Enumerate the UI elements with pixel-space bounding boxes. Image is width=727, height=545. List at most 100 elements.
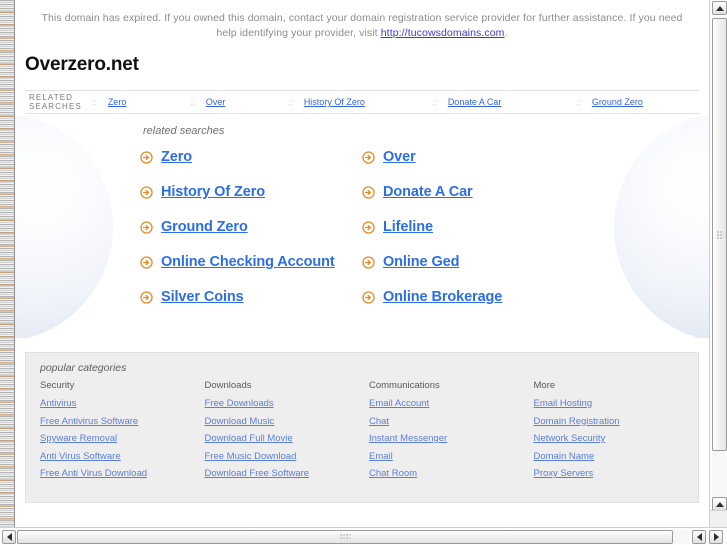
arrow-circle-right-icon — [362, 185, 375, 199]
category-heading: Communications — [369, 380, 440, 391]
arrow-circle-right-icon — [140, 220, 153, 234]
category-link-network-security[interactable]: Network Security — [534, 433, 699, 444]
related-bar-link-ground-zero[interactable]: Ground Zero — [592, 97, 643, 107]
category-link-chat[interactable]: Chat — [369, 416, 534, 427]
keyword-item[interactable]: History Of Zero — [140, 184, 362, 200]
keyword-link-zero[interactable]: Zero — [161, 149, 192, 165]
page-title: Overzero.net — [25, 54, 139, 75]
keyword-link-online-checking-account[interactable]: Online Checking Account — [161, 254, 335, 270]
category-link-instant-messenger[interactable]: Instant Messenger — [369, 433, 534, 444]
category-link-list: Email Hosting Domain Registration Networ… — [534, 398, 699, 479]
keyword-link-online-ged[interactable]: Online Ged — [383, 254, 459, 270]
category-link-free-antivirus-software[interactable]: Free Antivirus Software — [40, 416, 205, 427]
category-heading: Downloads — [204, 380, 252, 391]
related-searches-hero: related searches Zero Over History Of Ze… — [15, 116, 709, 338]
category-link-list: Email Account Chat Instant Messenger Ema… — [369, 398, 534, 479]
chevron-left-icon — [696, 533, 702, 541]
related-bar-link-history-of-zero[interactable]: History Of Zero — [304, 97, 365, 107]
scrollbar-corner — [709, 510, 727, 527]
related-bar-link-over[interactable]: Over — [206, 97, 226, 107]
notice-text-end: . — [504, 27, 508, 39]
arrow-circle-right-icon — [362, 150, 375, 164]
keyword-link-lifeline[interactable]: Lifeline — [383, 219, 433, 235]
vertical-scrollbar[interactable] — [709, 0, 727, 527]
category-link-free-downloads[interactable]: Free Downloads — [205, 398, 370, 409]
related-bar-cell-3: History Of Zero — [304, 97, 422, 107]
notice-text: This domain has expired. If you owned th… — [41, 12, 683, 39]
category-link-chat-room[interactable]: Chat Room — [369, 468, 534, 479]
keyword-item[interactable]: Donate A Car — [362, 184, 709, 200]
keyword-link-history-of-zero[interactable]: History Of Zero — [161, 184, 265, 200]
category-link-download-free-software[interactable]: Download Free Software — [205, 468, 370, 479]
arrow-circle-right-icon — [140, 290, 153, 304]
domain-expired-notice: This domain has expired. If you owned th… — [15, 0, 709, 47]
category-link-anti-virus-software[interactable]: Anti Virus Software — [40, 451, 205, 462]
category-link-list: Antivirus Free Antivirus Software Spywar… — [40, 398, 205, 479]
category-link-download-music[interactable]: Download Music — [205, 416, 370, 427]
left-edge-strip — [0, 0, 14, 527]
separator-3: :: — [288, 97, 294, 107]
scroll-left-button-secondary[interactable] — [692, 530, 706, 544]
hero-inner: related searches Zero Over History Of Ze… — [15, 116, 709, 305]
page-title-wrap: Overzero.net — [15, 47, 709, 76]
related-bar-link-zero[interactable]: Zero — [108, 97, 127, 107]
keyword-item[interactable]: Lifeline — [362, 219, 709, 235]
hero-caption: related searches — [143, 125, 225, 137]
keyword-link-online-brokerage[interactable]: Online Brokerage — [383, 289, 502, 305]
vertical-scroll-thumb[interactable] — [712, 18, 727, 451]
popular-categories-panel: popular categories Security Antivirus Fr… — [25, 352, 699, 503]
category-column-security: Security Antivirus Free Antivirus Softwa… — [40, 380, 205, 486]
arrow-circle-right-icon — [362, 220, 375, 234]
scroll-up-button[interactable] — [712, 1, 727, 15]
keyword-item[interactable]: Online Checking Account — [140, 254, 362, 270]
category-link-spyware-removal[interactable]: Spyware Removal — [40, 433, 205, 444]
keyword-link-donate-a-car[interactable]: Donate A Car — [383, 184, 473, 200]
keyword-link-silver-coins[interactable]: Silver Coins — [161, 289, 244, 305]
separator-5: :: — [576, 97, 582, 107]
arrow-circle-right-icon — [140, 150, 153, 164]
category-link-proxy-servers[interactable]: Proxy Servers — [534, 468, 699, 479]
related-bar-link-donate-a-car[interactable]: Donate A Car — [448, 97, 502, 107]
separator-4: :: — [432, 97, 438, 107]
category-link-domain-name[interactable]: Domain Name — [534, 451, 699, 462]
category-heading: Security — [40, 380, 75, 391]
page-content: This domain has expired. If you owned th… — [15, 0, 709, 527]
popular-categories-grid: Security Antivirus Free Antivirus Softwa… — [26, 380, 698, 486]
chevron-left-icon — [6, 533, 12, 541]
category-link-free-music-download[interactable]: Free Music Download — [205, 451, 370, 462]
tucows-domains-link[interactable]: http://tucowsdomains.com — [381, 27, 505, 39]
horizontal-scrollbar[interactable] — [0, 527, 727, 545]
category-link-email-hosting[interactable]: Email Hosting — [534, 398, 699, 409]
chevron-up-icon — [715, 5, 724, 11]
keyword-item[interactable]: Zero — [140, 149, 362, 165]
separator-2: :: — [190, 97, 196, 107]
arrow-circle-right-icon — [362, 255, 375, 269]
keyword-item[interactable]: Silver Coins — [140, 289, 362, 305]
category-link-domain-registration[interactable]: Domain Registration — [534, 416, 699, 427]
vertical-scroll-track[interactable] — [712, 16, 727, 511]
arrow-circle-right-icon — [140, 255, 153, 269]
keyword-item[interactable]: Ground Zero — [140, 219, 362, 235]
browser-window: This domain has expired. If you owned th… — [0, 0, 727, 545]
horizontal-scroll-thumb[interactable] — [17, 530, 673, 544]
keyword-item[interactable]: Online Ged — [362, 254, 709, 270]
arrow-circle-right-icon — [362, 290, 375, 304]
keyword-link-ground-zero[interactable]: Ground Zero — [161, 219, 248, 235]
category-link-download-full-movie[interactable]: Download Full Movie — [205, 433, 370, 444]
category-link-email-account[interactable]: Email Account — [369, 398, 534, 409]
category-link-antivirus[interactable]: Antivirus — [40, 398, 205, 409]
scroll-left-button[interactable] — [2, 530, 16, 544]
keyword-item[interactable]: Over — [362, 149, 709, 165]
keyword-item[interactable]: Online Brokerage — [362, 289, 709, 305]
category-link-list: Free Downloads Download Music Download F… — [205, 398, 370, 479]
category-link-email[interactable]: Email — [369, 451, 534, 462]
scroll-right-button[interactable] — [709, 530, 723, 544]
related-bar-cell-4: Donate A Car — [448, 97, 566, 107]
category-link-free-anti-virus-download[interactable]: Free Anti Virus Download — [40, 468, 205, 479]
keyword-link-over[interactable]: Over — [383, 149, 416, 165]
related-searches-label: RELATED SEARCHES — [29, 93, 82, 111]
horizontal-scroll-track[interactable] — [17, 530, 689, 544]
scroll-up-button-secondary[interactable] — [712, 497, 727, 511]
grip-icon — [716, 230, 723, 239]
page-bottom-fill — [15, 513, 709, 527]
